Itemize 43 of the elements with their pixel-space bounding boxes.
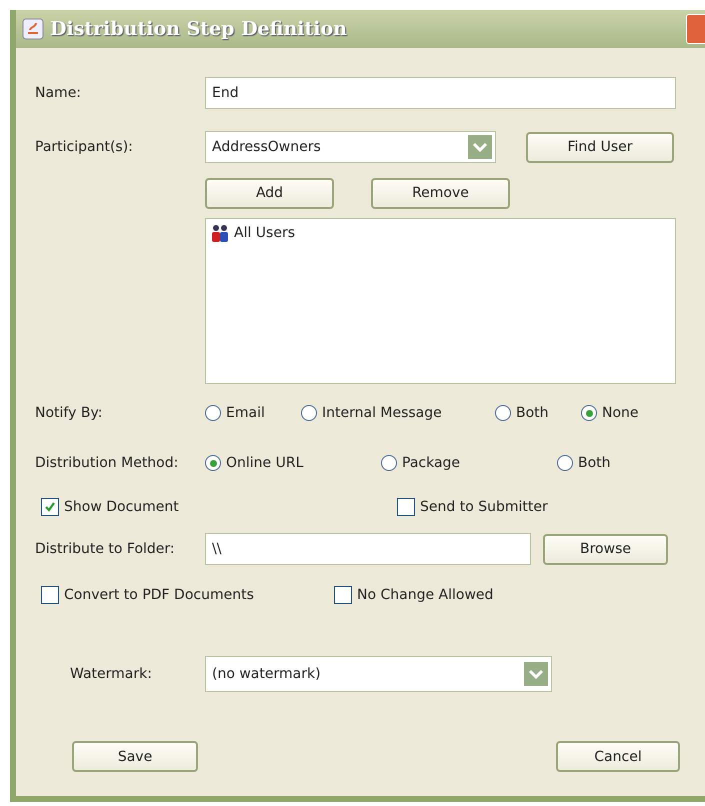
field-label: Notify By: [35, 405, 104, 421]
radio-button[interactable] [301, 405, 317, 421]
checkbox-label: Show Document [64, 499, 179, 515]
radio-label: Internal Message [322, 405, 442, 421]
radio-label: Online URL [226, 455, 304, 471]
radio-button[interactable] [581, 405, 597, 421]
checkbox-label: No Change Allowed [357, 587, 494, 603]
radio-label: Both [578, 455, 611, 471]
radio-button[interactable] [381, 455, 397, 471]
field-label: Participant(s): [35, 139, 134, 155]
find-user-button[interactable]: Find User [526, 132, 674, 162]
field-label: Name: [35, 85, 82, 101]
radio-label: None [602, 405, 639, 421]
field-label: Distribute to Folder: [35, 541, 176, 557]
field-label: Distribution Method: [35, 455, 180, 471]
folder-field[interactable]: \\ [205, 533, 531, 565]
checkbox-label: Convert to PDF Documents [64, 587, 254, 603]
checkbox[interactable] [334, 586, 352, 604]
radio-button[interactable] [557, 455, 573, 471]
radio-button[interactable] [205, 455, 221, 471]
participant-dropdown[interactable]: AddressOwners [205, 131, 496, 163]
app-icon [22, 18, 44, 40]
radio-button[interactable] [205, 405, 221, 421]
checkbox[interactable] [41, 586, 59, 604]
name-field[interactable]: End [205, 77, 676, 109]
add-button[interactable]: Add [205, 178, 334, 208]
users-icon [210, 223, 230, 243]
field-label: Watermark: [70, 666, 153, 682]
save-button[interactable]: Save [72, 741, 198, 772]
radio-label: Both [516, 405, 549, 421]
list-item[interactable]: All Users [210, 223, 296, 243]
cancel-button[interactable]: Cancel [556, 741, 680, 772]
check-icon [44, 501, 56, 513]
radio-label: Email [226, 405, 265, 421]
checkbox-label: Send to Submitter [420, 499, 548, 515]
radio-label: Package [402, 455, 460, 471]
checkbox[interactable] [397, 498, 415, 516]
window-title: Distribution Step Definition [50, 18, 347, 40]
checkbox[interactable] [41, 498, 59, 516]
remove-button[interactable]: Remove [371, 178, 510, 208]
browse-button[interactable]: Browse [543, 534, 668, 564]
watermark-dropdown[interactable]: (no watermark) [205, 656, 552, 692]
radio-button[interactable] [495, 405, 511, 421]
